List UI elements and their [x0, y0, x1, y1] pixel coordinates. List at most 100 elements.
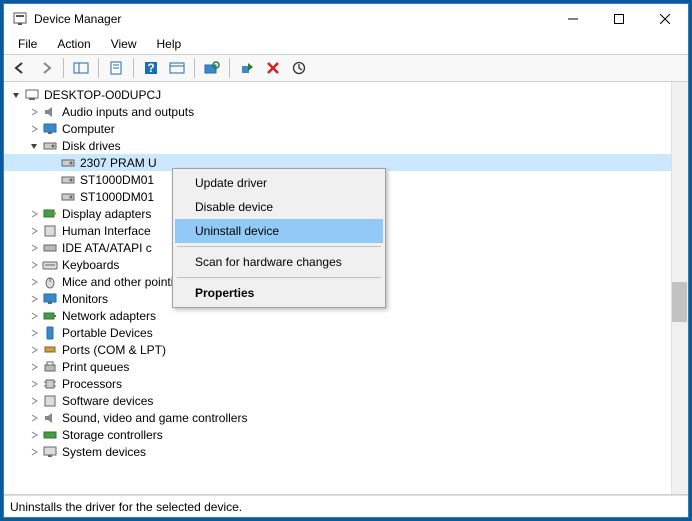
tree-item-ports[interactable]: Ports (COM & LPT) [4, 341, 671, 358]
ctx-disable-device[interactable]: Disable device [175, 195, 383, 219]
ctx-uninstall-device[interactable]: Uninstall device [175, 219, 383, 243]
chevron-right-icon[interactable] [26, 376, 42, 392]
chevron-right-icon[interactable] [26, 410, 42, 426]
menu-view[interactable]: View [103, 35, 145, 53]
toolbar: ? [4, 54, 688, 82]
ctx-update-driver[interactable]: Update driver [175, 171, 383, 195]
tree-item-portable[interactable]: Portable Devices [4, 324, 671, 341]
scan-hardware-button[interactable] [200, 57, 224, 79]
hid-icon [42, 223, 58, 239]
ctx-label: Uninstall device [195, 224, 279, 238]
chevron-right-icon[interactable] [26, 444, 42, 460]
help-button[interactable]: ? [139, 57, 163, 79]
tree-label: Monitors [62, 292, 108, 306]
window-controls [550, 4, 688, 34]
disk-icon [60, 172, 76, 188]
network-icon [42, 308, 58, 324]
tree-label: Print queues [62, 360, 129, 374]
tree-label: System devices [62, 445, 146, 459]
tree-label: ST1000DM01 [80, 173, 154, 187]
statusbar: Uninstalls the driver for the selected d… [4, 495, 688, 517]
update-driver-button[interactable] [287, 57, 311, 79]
computer-icon [24, 87, 40, 103]
menu-action[interactable]: Action [49, 35, 98, 53]
tree-item-storage[interactable]: Storage controllers [4, 426, 671, 443]
chevron-right-icon[interactable] [26, 206, 42, 222]
scrollbar-thumb[interactable] [672, 282, 687, 322]
tree-item-processors[interactable]: Processors [4, 375, 671, 392]
tree-item-print[interactable]: Print queues [4, 358, 671, 375]
tree-item-computer[interactable]: Computer [4, 120, 671, 137]
chevron-right-icon[interactable] [26, 291, 42, 307]
back-button[interactable] [8, 57, 32, 79]
tree-item-network[interactable]: Network adapters [4, 307, 671, 324]
chevron-right-icon[interactable] [26, 223, 42, 239]
chevron-right-icon[interactable] [26, 359, 42, 375]
separator [177, 246, 381, 247]
tree-label: Keyboards [62, 258, 119, 272]
chevron-down-icon[interactable] [26, 138, 42, 154]
chevron-right-icon[interactable] [26, 393, 42, 409]
ctx-scan-hardware[interactable]: Scan for hardware changes [175, 250, 383, 274]
portable-device-icon [42, 325, 58, 341]
uninstall-device-button[interactable] [261, 57, 285, 79]
ctx-label: Update driver [195, 176, 267, 190]
tree-label: Processors [62, 377, 122, 391]
chevron-right-icon[interactable] [26, 257, 42, 273]
tree-label: Ports (COM & LPT) [62, 343, 166, 357]
chevron-right-icon[interactable] [26, 240, 42, 256]
status-text: Uninstalls the driver for the selected d… [10, 500, 242, 514]
chevron-right-icon[interactable] [26, 342, 42, 358]
menu-help[interactable]: Help [149, 35, 190, 53]
separator [177, 277, 381, 278]
tree-label: ST1000DM01 [80, 190, 154, 204]
tree-label: DESKTOP-O0DUPCJ [44, 88, 161, 102]
ctx-properties[interactable]: Properties [175, 281, 383, 305]
tree-label: Display adapters [62, 207, 151, 221]
display-adapter-icon [42, 206, 58, 222]
tree-item-audio[interactable]: Audio inputs and outputs [4, 103, 671, 120]
tree-label: Storage controllers [62, 428, 163, 442]
titlebar: Device Manager [4, 4, 688, 34]
vertical-scrollbar[interactable] [671, 82, 688, 494]
chevron-right-icon[interactable] [26, 427, 42, 443]
chevron-right-icon[interactable] [26, 274, 42, 290]
keyboard-icon [42, 257, 58, 273]
action-button[interactable] [165, 57, 189, 79]
tree-label: Software devices [62, 394, 153, 408]
show-hide-button[interactable] [69, 57, 93, 79]
tree-label: Human Interface [62, 224, 151, 238]
forward-button[interactable] [34, 57, 58, 79]
menu-file[interactable]: File [10, 35, 45, 53]
tree-label: Audio inputs and outputs [62, 105, 194, 119]
close-button[interactable] [642, 4, 688, 34]
disk-icon [42, 138, 58, 154]
tree-label: Sound, video and game controllers [62, 411, 247, 425]
tree-label: Portable Devices [62, 326, 153, 340]
audio-icon [42, 104, 58, 120]
printer-icon [42, 359, 58, 375]
tree-item-software[interactable]: Software devices [4, 392, 671, 409]
port-icon [42, 342, 58, 358]
enable-device-button[interactable] [235, 57, 259, 79]
tree-item-disk-drives[interactable]: Disk drives [4, 137, 671, 154]
ctx-label: Disable device [195, 200, 273, 214]
minimize-button[interactable] [550, 4, 596, 34]
tree-label: 2307 PRAM U [80, 156, 157, 170]
tree-item-sound[interactable]: Sound, video and game controllers [4, 409, 671, 426]
mouse-icon [42, 274, 58, 290]
tree-item-system[interactable]: System devices [4, 443, 671, 460]
content-area: DESKTOP-O0DUPCJ Audio inputs and outputs… [4, 82, 688, 495]
chevron-right-icon[interactable] [26, 325, 42, 341]
chevron-right-icon[interactable] [26, 104, 42, 120]
maximize-button[interactable] [596, 4, 642, 34]
properties-button[interactable] [104, 57, 128, 79]
tree-root[interactable]: DESKTOP-O0DUPCJ [4, 86, 671, 103]
ctx-label: Properties [195, 286, 254, 300]
chevron-right-icon[interactable] [26, 121, 42, 137]
cpu-icon [42, 376, 58, 392]
chevron-right-icon[interactable] [26, 308, 42, 324]
chevron-down-icon[interactable] [8, 87, 24, 103]
device-manager-window: Device Manager File Action View Help ? [3, 3, 689, 518]
svg-text:?: ? [147, 61, 154, 75]
